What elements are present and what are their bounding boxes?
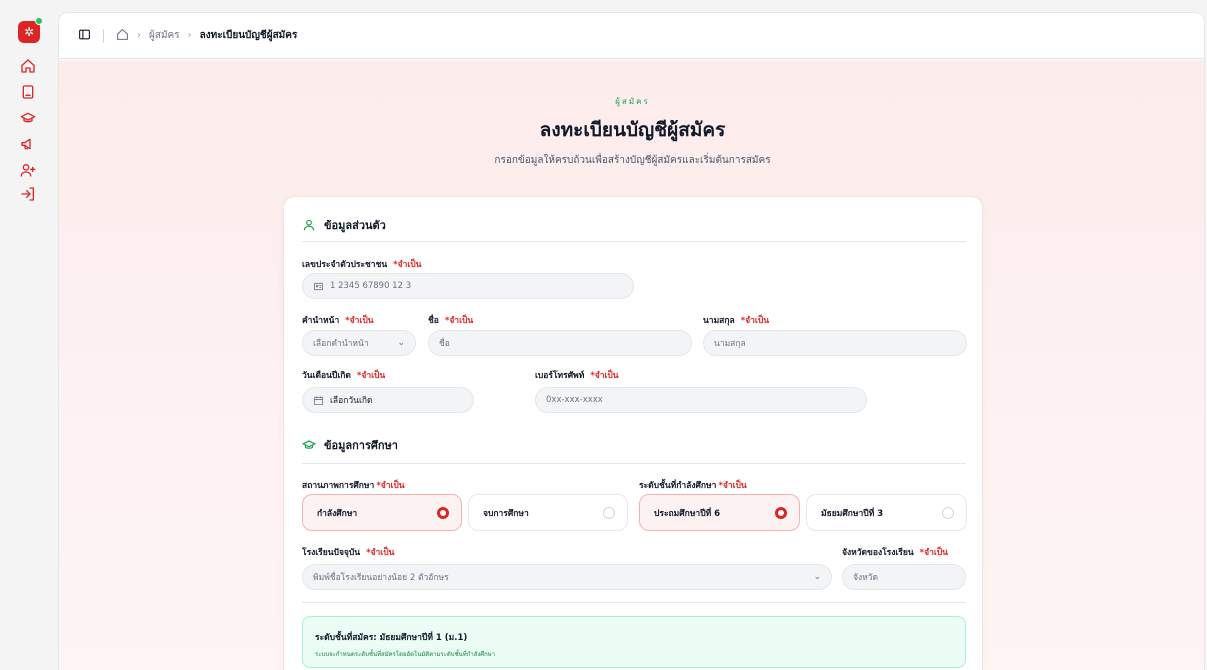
prefix-label: คำนำหน้า *จำเป็น xyxy=(302,316,374,326)
graduation-cap-icon[interactable] xyxy=(20,110,36,126)
phone-label: เบอร์โทรศัพท์ *จำเป็น xyxy=(535,371,619,381)
top-bar: › ผู้สมัคร › ลงทะเบียนบัญชีผู้สมัคร xyxy=(59,13,1204,59)
radio-selected[interactable] xyxy=(775,506,787,519)
applied-level-notice: ระดับชั้นที่สมัคร: มัธยมศึกษาปีที่ 1 (ม.… xyxy=(302,616,966,668)
calendar-icon xyxy=(313,395,324,405)
section-divider xyxy=(302,602,966,603)
registration-form-card: ข้อมูลส่วนตัว เลขประจำตัวประชาชน *จำเป็น … xyxy=(283,196,983,670)
level-option-p6[interactable]: ประถมศึกษาปีที่ 6 xyxy=(639,494,800,531)
divider xyxy=(103,28,104,43)
school-label: โรงเรียนปัจจุบัน *จำเป็น xyxy=(302,548,395,558)
personal-section-heading: ข้อมูลส่วนตัว xyxy=(302,216,386,234)
level-label: ระดับชั้นที่กำลังศึกษา *จำเป็น xyxy=(639,481,747,491)
phone-field[interactable]: 0xx-xxx-xxxx xyxy=(535,387,867,413)
breadcrumb-separator: › xyxy=(187,30,192,41)
user-plus-icon[interactable] xyxy=(20,162,36,178)
page-eyebrow: ผู้สมัคร xyxy=(615,97,650,106)
online-status-dot xyxy=(35,17,43,25)
status-option-studying[interactable]: กำลังศึกษา xyxy=(302,494,462,531)
login-icon[interactable] xyxy=(20,186,36,202)
id-label: เลขประจำตัวประชาชน *จำเป็น xyxy=(302,260,422,270)
chevron-down-icon: ⌄ xyxy=(397,338,405,348)
last-name-label: นามสกุล *จำเป็น xyxy=(703,316,770,326)
chevron-down-icon: ⌄ xyxy=(813,572,821,582)
breadcrumb-home-icon[interactable] xyxy=(116,28,129,44)
first-name-label: ชื่อ *จำเป็น xyxy=(428,316,474,326)
radio-unselected[interactable] xyxy=(603,506,615,519)
last-name-field[interactable]: นามสกุล xyxy=(703,330,967,356)
left-rail: ✲ xyxy=(0,0,56,670)
level-option-m3[interactable]: มัธยมศึกษาปีที่ 3 xyxy=(806,494,967,531)
main-frame: › ผู้สมัคร › ลงทะเบียนบัญชีผู้สมัคร ผู้ส… xyxy=(58,12,1205,670)
page-content: ผู้สมัคร ลงทะเบียนบัญชีผู้สมัคร กรอกข้อม… xyxy=(59,60,1204,670)
breadcrumb-separator: › xyxy=(137,30,141,41)
school-combobox[interactable]: พิมพ์ชื่อโรงเรียนอย่างน้อย 2 ตัวอักษร ⌄ xyxy=(302,564,832,590)
section-divider xyxy=(302,241,966,242)
status-option-graduated[interactable]: จบการศึกษา xyxy=(468,494,628,531)
dob-label: วันเดือนปีเกิด *จำเป็น xyxy=(302,371,386,381)
page-title: ลงทะเบียนบัญชีผู้สมัคร xyxy=(539,119,726,141)
national-id-field[interactable]: 1 2345 67890 12 3 xyxy=(302,273,634,299)
radio-unselected[interactable] xyxy=(942,506,954,519)
prefix-select[interactable]: เลือกคำนำหน้า ⌄ xyxy=(302,330,416,356)
education-section-heading: ข้อมูลการศึกษา xyxy=(302,436,398,454)
page-subtitle: กรอกข้อมูลให้ครบถ้วนเพื่อสร้างบัญชีผู้สม… xyxy=(494,155,771,166)
notice-description: ระบบจะกำหนดระดับชั้นที่สมัครโดยอัตโนมัติ… xyxy=(315,651,496,658)
province-label: จังหวัดของโรงเรียน *จำเป็น xyxy=(842,548,948,558)
dob-picker[interactable]: เลือกวันเกิด xyxy=(302,387,474,413)
graduation-cap-icon xyxy=(302,440,316,449)
radio-selected[interactable] xyxy=(437,506,449,519)
id-card-icon xyxy=(313,282,324,290)
notice-title: ระดับชั้นที่สมัคร: มัธยมศึกษาปีที่ 1 (ม.… xyxy=(315,633,468,643)
breadcrumb-current: ลงทะเบียนบัญชีผู้สมัคร xyxy=(199,30,298,41)
breadcrumb-applicants[interactable]: ผู้สมัคร xyxy=(149,28,180,43)
home-icon[interactable] xyxy=(20,58,36,74)
first-name-field[interactable]: ชื่อ xyxy=(428,330,692,356)
user-icon xyxy=(303,219,315,231)
sidebar-toggle-icon[interactable] xyxy=(78,28,91,44)
status-label: สถานภาพการศึกษา *จำเป็น xyxy=(302,481,405,491)
province-field[interactable]: จังหวัด xyxy=(842,564,966,590)
section-divider xyxy=(302,463,966,464)
tablet-icon[interactable] xyxy=(20,84,36,100)
megaphone-icon[interactable] xyxy=(20,136,36,152)
